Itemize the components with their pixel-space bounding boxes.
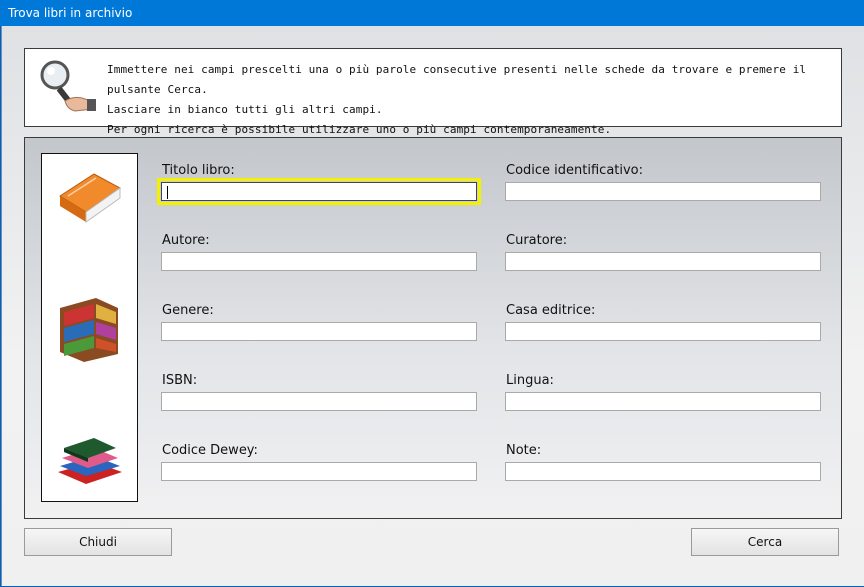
bookshelf-icon	[60, 298, 118, 362]
instructions-line-1: Immettere nei campi prescelti una o più …	[107, 63, 807, 96]
books-stack-icon	[58, 438, 122, 484]
dewey-label: Codice Dewey:	[162, 443, 258, 458]
autore-label: Autore:	[162, 233, 210, 248]
genere-input[interactable]	[161, 322, 477, 341]
dewey-input[interactable]	[161, 462, 477, 481]
search-form: Titolo libro: Codice identificativo: Aut…	[24, 137, 842, 519]
note-label: Note:	[506, 443, 542, 458]
dialog-window: Immettere nei campi prescelti una o più …	[1, 26, 864, 586]
codice-label: Codice identificativo:	[506, 163, 644, 178]
book-icon	[59, 173, 121, 223]
curatore-input[interactable]	[505, 252, 821, 271]
genere-label: Genere:	[162, 303, 214, 318]
title-bar: Trova libri in archivio	[0, 0, 864, 26]
isbn-input[interactable]	[161, 392, 477, 411]
titolo-label: Titolo libro:	[162, 163, 235, 178]
lingua-input[interactable]	[505, 392, 821, 411]
instructions-panel: Immettere nei campi prescelti una o più …	[24, 48, 842, 136]
curatore-label: Curatore:	[506, 233, 568, 248]
image-panel	[41, 153, 138, 502]
isbn-label: ISBN:	[162, 373, 198, 388]
lingua-label: Lingua:	[506, 373, 554, 388]
magnifier-icon	[40, 60, 96, 112]
casa-editrice-label: Casa editrice:	[506, 303, 596, 318]
search-button[interactable]: Cerca	[691, 528, 839, 556]
close-button[interactable]: Chiudi	[24, 528, 172, 556]
text-caret	[167, 186, 168, 199]
instructions-line-2: Lasciare in bianco tutti gli altri campi…	[107, 103, 383, 116]
casa-editrice-input[interactable]	[505, 322, 821, 341]
note-input[interactable]	[505, 462, 821, 481]
instructions-text: Immettere nei campi prescelti una o più …	[107, 60, 841, 140]
autore-input[interactable]	[161, 252, 477, 271]
window-title: Trova libri in archivio	[8, 6, 133, 20]
titolo-input[interactable]	[157, 178, 481, 205]
codice-input[interactable]	[505, 182, 821, 201]
